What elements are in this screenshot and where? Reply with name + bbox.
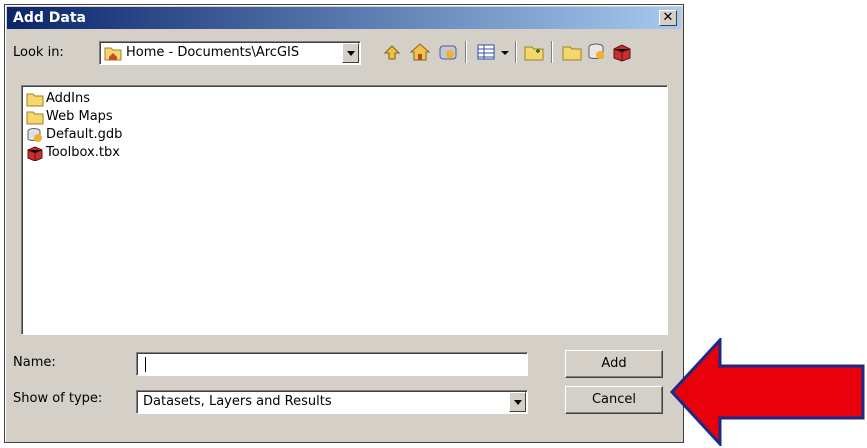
file-name: AddIns bbox=[46, 91, 91, 106]
toolbox-icon[interactable] bbox=[611, 41, 633, 63]
view-list-icon[interactable] bbox=[475, 41, 497, 63]
list-item[interactable]: Web Maps bbox=[26, 108, 113, 126]
connect-folder-icon[interactable] bbox=[561, 41, 583, 63]
new-folder-icon[interactable] bbox=[523, 41, 545, 63]
folder-icon bbox=[26, 91, 44, 107]
text-cursor bbox=[145, 357, 146, 372]
look-in-label: Look in: bbox=[13, 45, 64, 60]
show-of-type-value: Datasets, Layers and Results bbox=[143, 394, 332, 409]
name-label: Name: bbox=[13, 355, 56, 370]
toolbar-separator bbox=[515, 41, 517, 63]
show-of-type-label: Show of type: bbox=[13, 391, 103, 406]
geodatabase-icon bbox=[26, 127, 44, 143]
red-arrow-annotation bbox=[669, 338, 865, 446]
toolbar-separator bbox=[551, 41, 553, 63]
cancel-button[interactable]: Cancel bbox=[565, 386, 663, 414]
folder-icon bbox=[26, 109, 44, 125]
add-data-dialog: Add Data ✕ Look in: Home - Documents\Arc… bbox=[4, 4, 684, 443]
file-name: Web Maps bbox=[46, 109, 113, 124]
home-folder-icon bbox=[104, 45, 122, 61]
look-in-dropdown-button[interactable] bbox=[342, 43, 359, 63]
catalog-connect-icon[interactable] bbox=[437, 41, 459, 63]
list-item[interactable]: AddIns bbox=[26, 90, 90, 108]
title-bar: Add Data ✕ bbox=[7, 7, 681, 29]
dialog-title: Add Data bbox=[13, 10, 86, 26]
show-of-type-dropdown-button[interactable] bbox=[509, 392, 526, 412]
home-icon[interactable] bbox=[409, 41, 431, 63]
file-list[interactable]: AddIns Web Maps Default.gdb Toolbox.tbx bbox=[21, 85, 668, 335]
show-of-type-combo[interactable]: Datasets, Layers and Results bbox=[136, 390, 528, 414]
look-in-combo[interactable]: Home - Documents\ArcGIS bbox=[99, 41, 361, 65]
toolbox-icon bbox=[26, 145, 44, 162]
list-item[interactable]: Default.gdb bbox=[26, 126, 122, 144]
add-button[interactable]: Add bbox=[565, 350, 663, 378]
view-dropdown-icon[interactable] bbox=[499, 41, 511, 63]
look-in-value: Home - Documents\ArcGIS bbox=[126, 45, 300, 60]
up-one-level-icon[interactable] bbox=[381, 41, 403, 63]
file-name: Toolbox.tbx bbox=[46, 145, 120, 160]
file-name: Default.gdb bbox=[46, 127, 123, 142]
close-button[interactable]: ✕ bbox=[659, 10, 677, 26]
list-item[interactable]: Toolbox.tbx bbox=[26, 144, 120, 162]
toolbar-separator bbox=[465, 41, 467, 63]
new-geodatabase-icon[interactable] bbox=[585, 41, 607, 63]
name-input[interactable] bbox=[136, 352, 528, 376]
